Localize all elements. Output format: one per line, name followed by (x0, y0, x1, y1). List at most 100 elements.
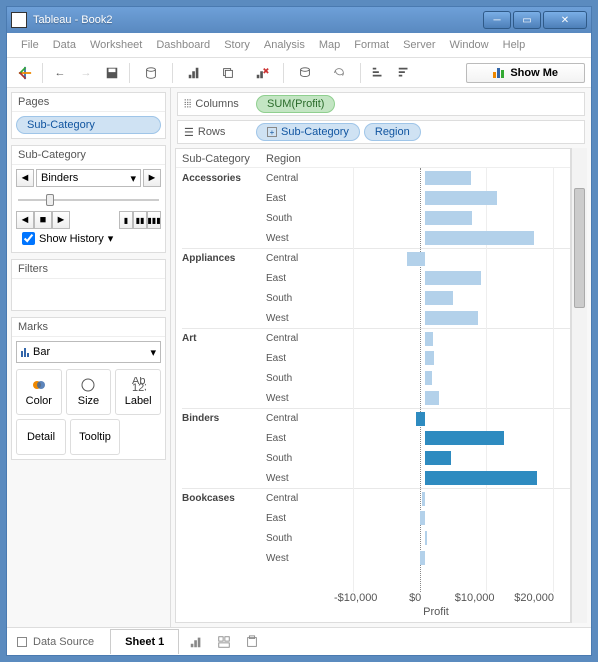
bar[interactable] (407, 252, 425, 266)
sort-asc-button[interactable] (366, 61, 390, 85)
columns-pill-0[interactable]: SUM(Profit) (256, 95, 335, 113)
minimize-button[interactable]: ─ (483, 11, 511, 29)
toolbar: ← → Show Me (7, 58, 591, 88)
bar[interactable] (422, 492, 425, 506)
axis-tick: -$10,000 (334, 592, 377, 604)
chart-row: AppliancesCentral (182, 248, 570, 268)
row-region-label: Central (266, 413, 326, 424)
menu-map[interactable]: Map (313, 37, 346, 53)
page-select[interactable]: Binders ▾ (36, 169, 141, 187)
bar[interactable] (425, 351, 434, 365)
marks-tooltip-card[interactable]: Tooltip (70, 419, 120, 455)
forward-button[interactable]: → (74, 61, 98, 85)
play-stop-button[interactable]: ■ (34, 211, 52, 229)
chart-row: South (182, 288, 570, 308)
marks-label-card[interactable]: Abc123 Label (115, 369, 161, 415)
menu-story[interactable]: Story (218, 37, 256, 53)
columns-icon: ⦙⦙⦙ (184, 98, 191, 111)
bar[interactable] (425, 311, 478, 325)
marks-size-card[interactable]: Size (66, 369, 112, 415)
chart-row: East (182, 268, 570, 288)
rows-shelf[interactable]: ☰Rows +Sub-CategoryRegion (177, 120, 585, 144)
columns-shelf[interactable]: ⦙⦙⦙ Columns SUM(Profit) (177, 92, 585, 116)
close-button[interactable]: ✕ (543, 11, 587, 29)
bar[interactable] (425, 471, 537, 485)
marks-size-label: Size (78, 395, 99, 407)
menu-help[interactable]: Help (497, 37, 532, 53)
maximize-button[interactable]: ▭ (513, 11, 541, 29)
menu-worksheet[interactable]: Worksheet (84, 37, 148, 53)
page-next-button[interactable]: ► (143, 169, 161, 187)
datasource-tab[interactable]: Data Source (7, 636, 104, 648)
clear-button[interactable] (246, 61, 278, 85)
new-dashboard-icon[interactable] (213, 631, 235, 653)
bar[interactable] (425, 211, 472, 225)
chevron-down-icon[interactable]: ▾ (108, 232, 114, 245)
menu-file[interactable]: File (15, 37, 45, 53)
new-story-icon[interactable] (241, 631, 263, 653)
bar[interactable] (425, 371, 432, 385)
new-worksheet-icon[interactable] (185, 631, 207, 653)
bar[interactable] (420, 551, 425, 565)
menu-window[interactable]: Window (444, 37, 495, 53)
chart-header-subcat: Sub-Category (182, 153, 266, 165)
rows-pill-1[interactable]: Region (364, 123, 421, 141)
menu-data[interactable]: Data (47, 37, 82, 53)
row-region-label: West (266, 313, 326, 324)
sort-desc-button[interactable] (392, 61, 416, 85)
duplicate-button[interactable] (212, 61, 244, 85)
speed2-button[interactable]: ▮▮ (133, 211, 147, 229)
menu-analysis[interactable]: Analysis (258, 37, 311, 53)
speed1-button[interactable]: ▮ (119, 211, 133, 229)
bar[interactable] (425, 271, 481, 285)
titlebar: Tableau - Book2 ─ ▭ ✕ (7, 7, 591, 33)
chart-row: East (182, 508, 570, 528)
back-button[interactable]: ← (48, 61, 72, 85)
play-back-button[interactable]: ◄ (16, 211, 34, 229)
marks-color-card[interactable]: Color (16, 369, 62, 415)
swap-button[interactable] (289, 61, 321, 85)
datasource-button[interactable] (135, 61, 167, 85)
rows-pill-0[interactable]: +Sub-Category (256, 123, 360, 141)
vertical-scrollbar[interactable] (571, 148, 587, 623)
chart-row: East (182, 428, 570, 448)
play-fwd-button[interactable]: ► (52, 211, 70, 229)
filters-panel: Filters (11, 259, 166, 311)
marks-detail-card[interactable]: Detail (16, 419, 66, 455)
pages-header: Pages (12, 93, 165, 112)
refresh-button[interactable] (323, 61, 355, 85)
logo-icon[interactable] (13, 61, 37, 85)
bar[interactable] (425, 431, 504, 445)
row-region-label: West (266, 473, 326, 484)
sheet-tab[interactable]: Sheet 1 (110, 629, 179, 654)
chart-row: ArtCentral (182, 328, 570, 348)
bar[interactable] (416, 412, 425, 426)
bar[interactable] (425, 231, 534, 245)
page-slider[interactable] (18, 193, 159, 207)
bar[interactable] (420, 511, 425, 525)
bar[interactable] (425, 391, 440, 405)
page-prev-button[interactable]: ◄ (16, 169, 34, 187)
new-worksheet-button[interactable] (178, 61, 210, 85)
show-me-button[interactable]: Show Me (466, 63, 585, 83)
speed3-button[interactable]: ▮▮▮ (147, 211, 161, 229)
bar[interactable] (425, 531, 427, 545)
bar[interactable] (425, 332, 433, 346)
menu-format[interactable]: Format (348, 37, 395, 53)
pages-pill[interactable]: Sub-Category (16, 116, 161, 134)
chart: Sub-Category Region AccessoriesCentralEa… (175, 148, 571, 623)
menu-dashboard[interactable]: Dashboard (150, 37, 216, 53)
marks-type-select[interactable]: Bar ▾ (16, 341, 161, 363)
chart-row: South (182, 528, 570, 548)
bar[interactable] (425, 291, 453, 305)
chart-row: South (182, 368, 570, 388)
columns-label: Columns (195, 98, 238, 110)
save-button[interactable] (100, 61, 124, 85)
bar[interactable] (425, 171, 471, 185)
row-region-label: South (266, 453, 326, 464)
bar[interactable] (425, 191, 498, 205)
row-region-label: Central (266, 493, 326, 504)
bar[interactable] (425, 451, 451, 465)
show-history-checkbox[interactable] (22, 232, 35, 245)
menu-server[interactable]: Server (397, 37, 441, 53)
